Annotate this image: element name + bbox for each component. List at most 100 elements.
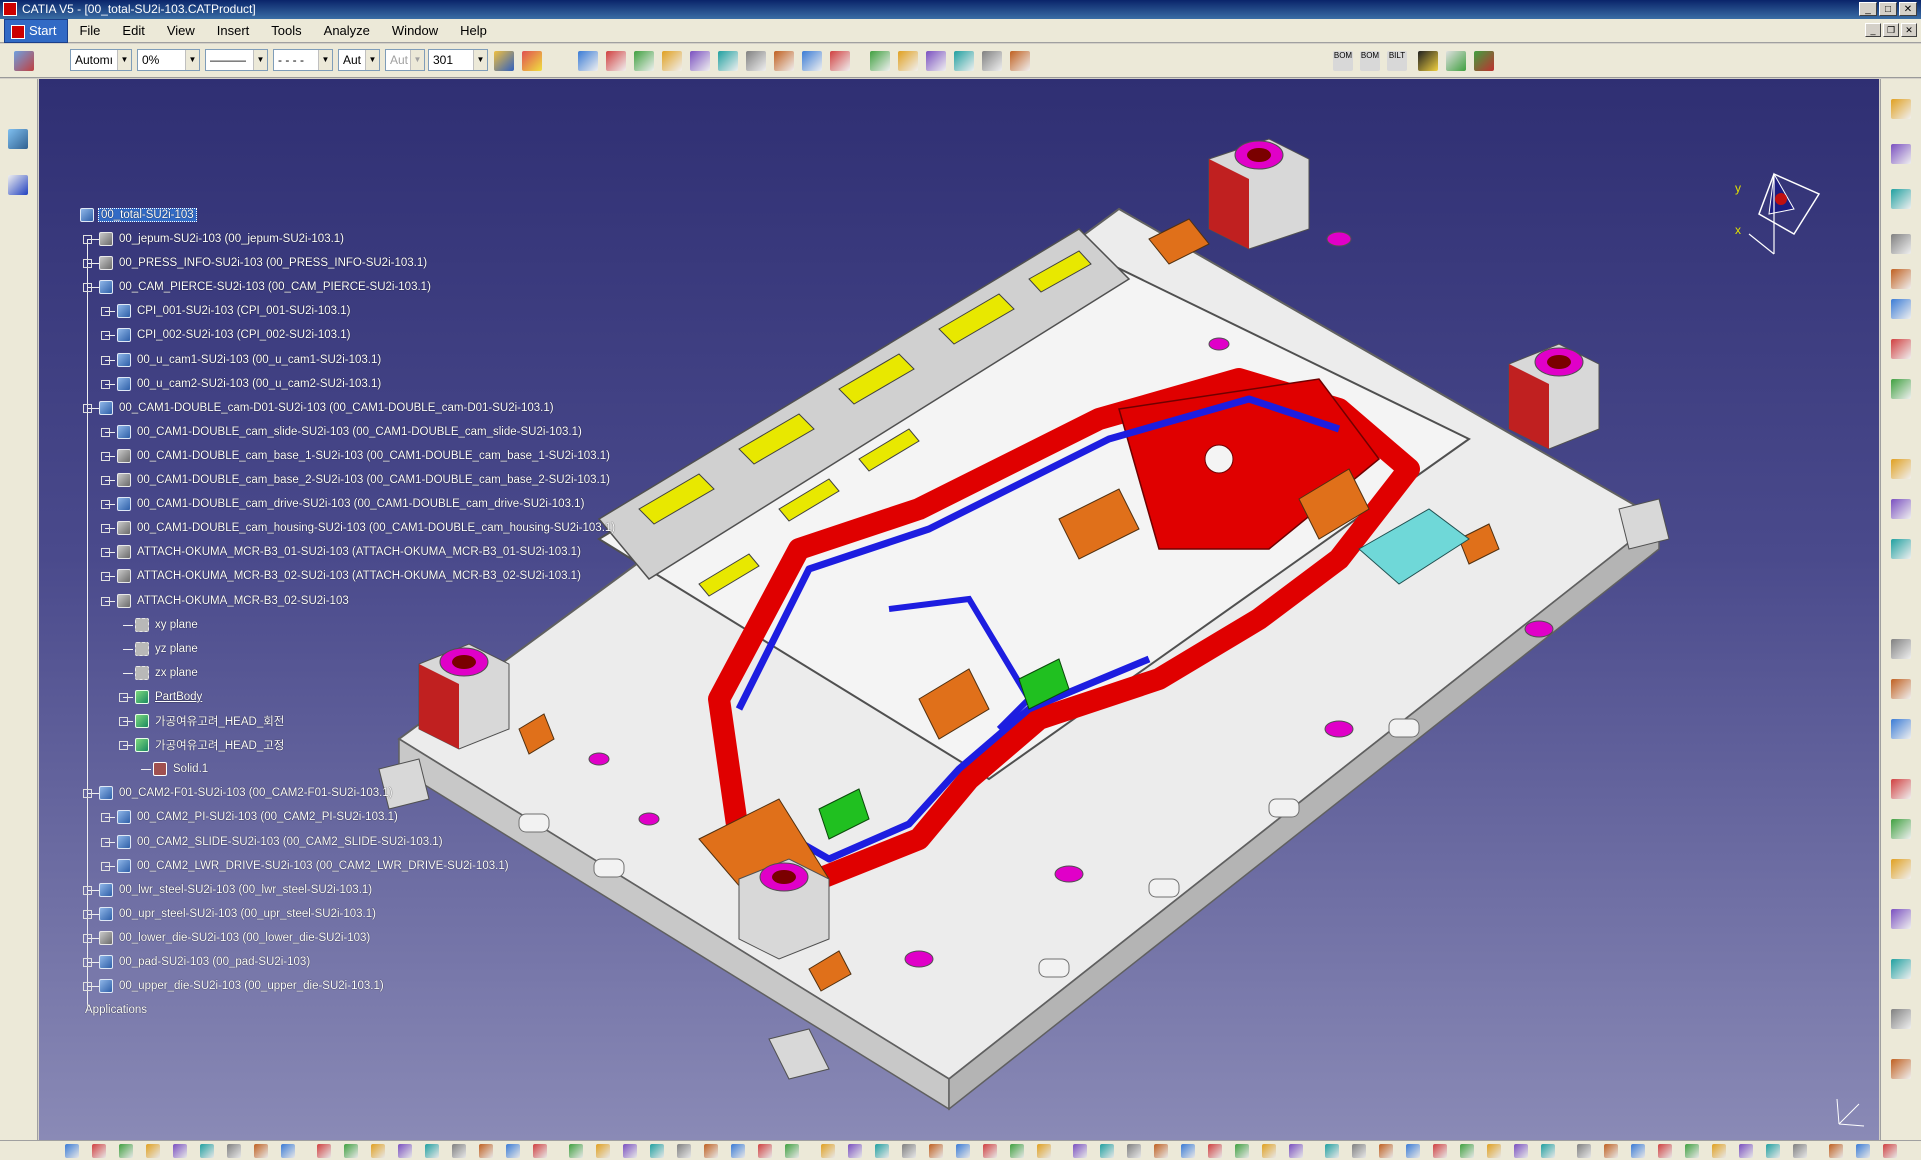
tree-expand-toggle[interactable] — [101, 837, 110, 847]
toolbar-button-icon[interactable] — [344, 1144, 358, 1158]
rotate-icon[interactable] — [634, 51, 654, 71]
tree-node[interactable]: 00_upr_steel-SU2i-103 (00_upr_steel-SU2i… — [99, 905, 378, 923]
knowledge-icon[interactable] — [1474, 51, 1494, 71]
menu-file[interactable]: File — [68, 20, 111, 42]
maximize-button[interactable]: □ — [1879, 2, 1897, 16]
save-data-icon[interactable] — [1418, 51, 1438, 71]
bom-icon[interactable]: BOM — [1333, 51, 1353, 71]
toolbar-button-icon[interactable] — [704, 1144, 718, 1158]
color-combo[interactable]: Automı ▼ — [70, 49, 132, 71]
catalog-icon[interactable] — [1891, 779, 1911, 799]
toolbar-button-icon[interactable] — [1073, 1144, 1087, 1158]
tree-expand-toggle[interactable] — [101, 379, 110, 389]
toolbar-button-icon[interactable] — [569, 1144, 583, 1158]
redo-icon[interactable] — [281, 1144, 295, 1158]
new-icon[interactable] — [65, 1144, 79, 1158]
tree-node[interactable]: 00_PRESS_INFO-SU2i-103 (00_PRESS_INFO-SU… — [99, 254, 429, 272]
tree-expand-toggle[interactable] — [83, 982, 92, 992]
normal-view-icon[interactable] — [718, 51, 738, 71]
explode-icon[interactable] — [1891, 459, 1911, 479]
tree-node[interactable]: 가공여유고려_HEAD_고정 — [135, 736, 286, 754]
reuse-pattern-icon[interactable] — [1891, 909, 1911, 929]
toolbar-button-icon[interactable] — [371, 1144, 385, 1158]
sectioning-icon[interactable] — [1891, 639, 1911, 659]
tree-expand-toggle[interactable] — [119, 741, 128, 751]
insert-component-icon[interactable] — [1891, 234, 1911, 254]
snap-icon[interactable] — [982, 51, 1002, 71]
zoom-out-icon[interactable] — [690, 51, 710, 71]
tree-expand-toggle[interactable] — [83, 403, 92, 413]
toolbar-button-icon[interactable] — [1631, 1144, 1645, 1158]
tree-expand-toggle[interactable] — [83, 885, 92, 895]
toolbar-button-icon[interactable] — [785, 1144, 799, 1158]
publish-icon[interactable] — [1891, 819, 1911, 839]
tree-expand-toggle[interactable] — [119, 717, 128, 726]
toolbar-button-icon[interactable] — [1739, 1144, 1753, 1158]
tree-expand-toggle[interactable] — [101, 861, 110, 871]
existing-component-icon[interactable] — [1891, 269, 1911, 289]
catalog-browser-icon[interactable] — [8, 129, 28, 149]
tree-expand-toggle[interactable] — [83, 958, 92, 967]
tree-node[interactable]: ATTACH-OKUMA_MCR-B3_02-SU2i-103 — [117, 592, 351, 610]
tree-node[interactable]: 00_CAM1-DOUBLE_cam-D01-SU2i-103 (00_CAM1… — [99, 399, 556, 417]
toolbar-button-icon[interactable] — [1100, 1144, 1114, 1158]
annotation-icon[interactable] — [1891, 679, 1911, 699]
tree-node[interactable]: CPI_001-SU2i-103 (CPI_001-SU2i-103.1) — [117, 302, 353, 320]
pdf-icon[interactable] — [1891, 144, 1911, 164]
tree-expand-toggle[interactable] — [101, 524, 110, 534]
tree-root-node[interactable]: 00_total-SU2i-103 — [80, 206, 197, 224]
close-button[interactable]: ✕ — [1899, 2, 1917, 16]
toolbar-button-icon[interactable] — [1883, 1144, 1897, 1158]
tree-node[interactable]: yz plane — [135, 640, 200, 658]
toolbar-button-icon[interactable] — [1541, 1144, 1555, 1158]
analysis-icon[interactable] — [1010, 51, 1030, 71]
tree-expand-toggle[interactable] — [101, 331, 110, 341]
toolbar-button-icon[interactable] — [452, 1144, 466, 1158]
toolbar-button-icon[interactable] — [1010, 1144, 1024, 1158]
toolbar-button-icon[interactable] — [1856, 1144, 1870, 1158]
tree-expand-toggle[interactable] — [101, 813, 110, 823]
toolbar-button-icon[interactable] — [1262, 1144, 1276, 1158]
tree-expand-toggle[interactable] — [83, 235, 92, 244]
help-icon[interactable] — [317, 1144, 331, 1158]
compass-widget[interactable]: y x — [1729, 154, 1829, 264]
tree-node[interactable]: 00_CAM1-DOUBLE_cam_drive-SU2i-103 (00_CA… — [117, 495, 586, 513]
toolbar-button-icon[interactable] — [1127, 1144, 1141, 1158]
toolbar-button-icon[interactable] — [1685, 1144, 1699, 1158]
catalog-icon[interactable] — [1446, 51, 1466, 71]
bill-icon[interactable] — [1891, 859, 1911, 879]
tree-expand-toggle[interactable] — [101, 307, 110, 317]
toolbar-button-icon[interactable] — [1514, 1144, 1528, 1158]
3d-viewport[interactable]: 00_total-SU2i-103 00_jepum-SU2i-103 (00_j… — [39, 79, 1879, 1140]
toolbar-button-icon[interactable] — [1325, 1144, 1339, 1158]
toolbar-button-icon[interactable] — [533, 1144, 547, 1158]
camera-icon[interactable] — [1891, 1059, 1911, 1079]
menu-start[interactable]: Start — [4, 18, 69, 43]
toolbar-button-icon[interactable] — [398, 1144, 412, 1158]
angle-icon[interactable] — [926, 51, 946, 71]
toolbar-button-icon[interactable] — [596, 1144, 610, 1158]
toolbar-button-icon[interactable] — [1793, 1144, 1807, 1158]
tree-expand-toggle[interactable] — [83, 283, 92, 293]
toolbar-button-icon[interactable] — [506, 1144, 520, 1158]
menu-analyze[interactable]: Analyze — [313, 20, 381, 42]
minimize-button[interactable]: _ — [1859, 2, 1877, 16]
print-icon[interactable] — [146, 1144, 160, 1158]
pan-icon[interactable] — [606, 51, 626, 71]
undo-icon[interactable] — [254, 1144, 268, 1158]
toolbar-button-icon[interactable] — [1235, 1144, 1249, 1158]
fix-icon[interactable] — [1891, 1009, 1911, 1029]
update-icon[interactable] — [1891, 959, 1911, 979]
zoom-in-icon[interactable] — [662, 51, 682, 71]
measure-icon[interactable] — [898, 51, 918, 71]
menu-window[interactable]: Window — [381, 20, 449, 42]
toolbar-button-icon[interactable] — [1829, 1144, 1843, 1158]
tree-node[interactable]: PartBody — [135, 688, 204, 706]
hide-show-icon[interactable] — [830, 51, 850, 71]
move-icon[interactable] — [1891, 339, 1911, 359]
tree-node[interactable]: xy plane — [135, 616, 200, 634]
snap-icon[interactable] — [1891, 379, 1911, 399]
toolbar-button-icon[interactable] — [1766, 1144, 1780, 1158]
select-icon[interactable] — [1891, 189, 1911, 209]
tree-node[interactable]: 00_pad-SU2i-103 (00_pad-SU2i-103) — [99, 953, 312, 971]
